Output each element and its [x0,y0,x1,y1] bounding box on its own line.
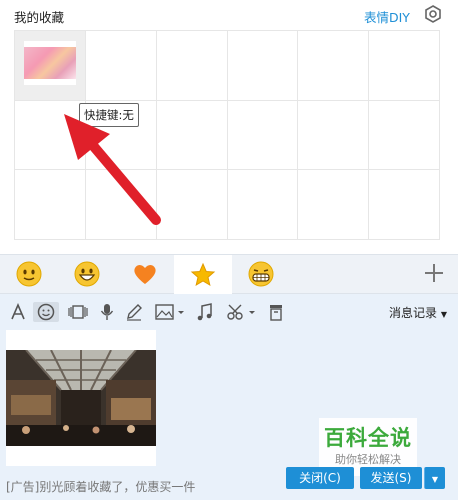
tab-favorites[interactable] [174,255,232,295]
favorite-cell-empty [227,31,299,101]
message-image[interactable] [6,330,156,466]
favorite-sticker-thumbnail[interactable] [24,41,76,85]
grin-face-icon [74,261,100,287]
image-icon[interactable] [155,302,185,322]
close-button[interactable]: 关闭(C) [286,467,354,489]
star-icon [190,262,216,287]
favorite-cell-empty [298,31,370,101]
favorite-cell-empty [298,100,370,171]
favorite-cell-empty [156,100,228,171]
favorite-cell-empty [85,170,157,240]
favorite-cell-empty [298,170,370,240]
scissors-icon[interactable] [226,302,258,322]
favorite-cell-empty [227,100,299,171]
favorites-panel: 我的收藏 表情DIY 快捷键:无 [0,0,458,254]
smile-face-icon [16,261,42,287]
favorites-grid [14,30,440,240]
chevron-down-icon: ▼ [440,310,447,319]
chat-input-area: 消息记录 ▼ [广告]别光顾着收藏了，优惠买一件 百科全说 助你轻松解决 关闭(… [0,294,458,500]
ad-text[interactable]: [广告]别光顾着收藏了，优惠买一件 [6,478,195,495]
pen-icon[interactable] [124,302,144,322]
favorite-cell-empty [15,170,86,240]
microphone-icon[interactable] [97,302,117,322]
watermark-title: 百科全说 [324,426,412,450]
tab-smile[interactable] [0,255,58,293]
watermark-subtitle: 助你轻松解决 [335,453,401,466]
laugh-face-icon [248,261,274,287]
tab-laugh[interactable] [232,255,290,293]
add-icon[interactable] [420,259,448,287]
music-icon[interactable] [195,302,215,322]
send-button[interactable]: 发送(S) [360,467,422,489]
settings-icon[interactable] [424,5,442,23]
send-options-button[interactable]: ▼ [424,467,445,489]
favorite-cell-empty [15,100,86,171]
message-history-label: 消息记录 [389,306,438,320]
favorite-cell-empty [369,31,440,101]
favorite-cell-empty [369,170,440,240]
favorite-cell-empty [227,170,299,240]
screenshot-icon[interactable] [66,302,90,322]
favorite-cell-empty [369,100,440,171]
chevron-down-icon: ▼ [431,475,439,484]
tab-heart[interactable] [116,255,174,293]
shortcut-tooltip: 快捷键:无 [79,103,139,127]
emoji-icon[interactable] [33,302,59,322]
favorite-cell-empty [85,31,157,101]
font-icon[interactable] [8,302,28,322]
favorite-cell-empty [156,170,228,240]
heart-icon [134,265,156,284]
favorite-cell[interactable] [15,31,86,101]
emoji-diy-link[interactable]: 表情DIY [364,7,410,26]
message-history-button[interactable]: 消息记录 ▼ [389,304,447,321]
emoji-category-tabs [0,254,458,295]
panel-title: 我的收藏 [14,10,65,25]
favorite-cell-empty [156,31,228,101]
trash-icon[interactable] [266,302,286,322]
tab-grin[interactable] [58,255,116,293]
